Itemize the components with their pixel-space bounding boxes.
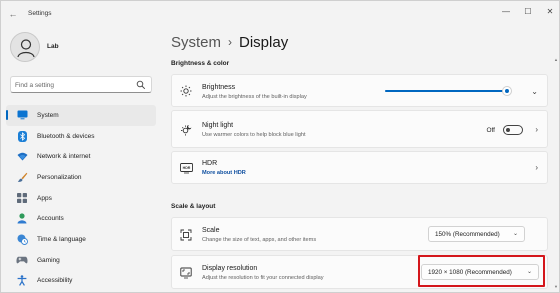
sidebar-item-label: Apps <box>37 194 52 202</box>
person-icon <box>17 39 35 58</box>
brightness-sun-icon <box>180 85 192 97</box>
breadcrumb-parent[interactable]: System <box>171 34 221 51</box>
sidebar-item-label: Network & internet <box>37 153 91 161</box>
sidebar-item-time-language[interactable]: Time & language <box>6 229 156 250</box>
slider-fill <box>385 90 508 92</box>
search-icon[interactable] <box>136 80 146 90</box>
brightness-card[interactable]: Brightness Adjust the brightness of the … <box>171 74 548 107</box>
section-title-scale-layout: Scale & layout <box>171 203 216 210</box>
sidebar-item-label: Personalization <box>37 173 82 181</box>
gamepad-icon <box>16 254 28 266</box>
night-light-state: Off <box>486 127 495 134</box>
apps-grid-icon <box>16 192 28 204</box>
page-title: Display <box>239 33 289 51</box>
brightness-slider[interactable] <box>385 84 513 98</box>
bluetooth-icon <box>16 130 28 142</box>
monitor-icon <box>16 109 28 121</box>
sidebar-item-network[interactable]: Network & internet <box>6 146 156 167</box>
more-about-hdr-link[interactable]: More about HDR <box>202 170 246 176</box>
scale-dropdown[interactable]: 150% (Recommended) ⌄ <box>428 226 525 242</box>
chevron-right-icon: › <box>228 35 233 49</box>
close-button[interactable]: ✕ <box>539 1 560 23</box>
hdr-icon: HDR <box>180 163 193 174</box>
night-light-subtitle: Use warmer colors to help block blue lig… <box>202 132 306 138</box>
scale-subtitle: Change the size of text, apps, and other… <box>202 237 317 243</box>
sidebar-item-gaming[interactable]: Gaming <box>6 250 156 271</box>
hdr-title: HDR <box>202 160 218 167</box>
sidebar-item-personalization[interactable]: Personalization <box>6 167 156 188</box>
scroll-down-icon[interactable]: ▼ <box>554 284 558 289</box>
back-arrow-icon[interactable]: ← <box>7 8 19 20</box>
minimize-button[interactable]: — <box>495 1 517 23</box>
sidebar-item-accessibility[interactable]: Accessibility <box>6 271 156 292</box>
section-title-brightness-color: Brightness & color <box>171 60 230 67</box>
slider-thumb[interactable] <box>502 86 513 96</box>
display-resolution-subtitle: Adjust the resolution to fit your connec… <box>202 275 324 281</box>
breadcrumb: System › Display <box>171 32 288 52</box>
sidebar-nav: System Bluetooth & devices Network & int… <box>6 105 156 291</box>
scroll-up-icon[interactable]: ▲ <box>554 57 558 62</box>
night-light-toggle[interactable] <box>503 125 523 135</box>
toggle-knob <box>506 128 510 132</box>
sidebar-item-label: System <box>37 111 59 119</box>
app-title: Settings <box>28 10 52 17</box>
night-light-card[interactable]: Night light Use warmer colors to help bl… <box>171 110 548 148</box>
scale-card[interactable]: Scale Change the size of text, apps, and… <box>171 217 548 251</box>
sidebar-item-system[interactable]: System <box>6 105 156 126</box>
sidebar-item-apps[interactable]: Apps <box>6 188 156 209</box>
sidebar-item-accounts[interactable]: Accounts <box>6 208 156 229</box>
scale-title: Scale <box>202 227 220 234</box>
chevron-right-icon[interactable]: › <box>535 125 538 134</box>
globe-clock-icon <box>16 233 28 245</box>
wifi-icon <box>16 151 28 163</box>
accessibility-icon <box>16 275 28 287</box>
maximize-button[interactable]: ☐ <box>517 1 539 23</box>
night-light-icon <box>181 125 192 136</box>
search-input[interactable] <box>15 79 133 91</box>
sidebar-item-label: Gaming <box>37 256 60 264</box>
person-icon <box>16 213 28 225</box>
sidebar-item-label: Accessibility <box>37 277 73 285</box>
scale-dropdown-value: 150% (Recommended) <box>435 231 500 238</box>
sidebar-item-label: Time & language <box>37 235 86 243</box>
highlight-annotation <box>418 255 545 287</box>
hdr-card[interactable]: HDR HDR More about HDR › <box>171 151 548 184</box>
avatar[interactable] <box>10 32 40 62</box>
title-bar: ← Settings — ☐ ✕ <box>1 1 560 27</box>
display-resolution-title: Display resolution <box>202 265 258 272</box>
settings-window: ← Settings — ☐ ✕ Lab System <box>0 0 560 293</box>
night-light-title: Night light <box>202 122 234 129</box>
search-box[interactable] <box>10 76 152 93</box>
sidebar-item-label: Accounts <box>37 215 64 223</box>
brush-icon <box>16 171 28 183</box>
window-controls: — ☐ ✕ <box>495 1 560 23</box>
brightness-title: Brightness <box>202 84 236 91</box>
svg-text:HDR: HDR <box>183 166 191 170</box>
user-name: Lab <box>47 43 59 50</box>
sidebar-item-label: Bluetooth & devices <box>37 132 95 140</box>
sidebar-item-bluetooth[interactable]: Bluetooth & devices <box>6 126 156 147</box>
chevron-down-icon[interactable]: ⌄ <box>531 87 538 96</box>
chevron-right-icon[interactable]: › <box>535 163 538 172</box>
brightness-subtitle: Adjust the brightness of the built-in di… <box>202 94 307 100</box>
resolution-icon <box>180 267 192 279</box>
chevron-down-icon: ⌄ <box>512 231 518 237</box>
scale-icon <box>180 229 192 241</box>
